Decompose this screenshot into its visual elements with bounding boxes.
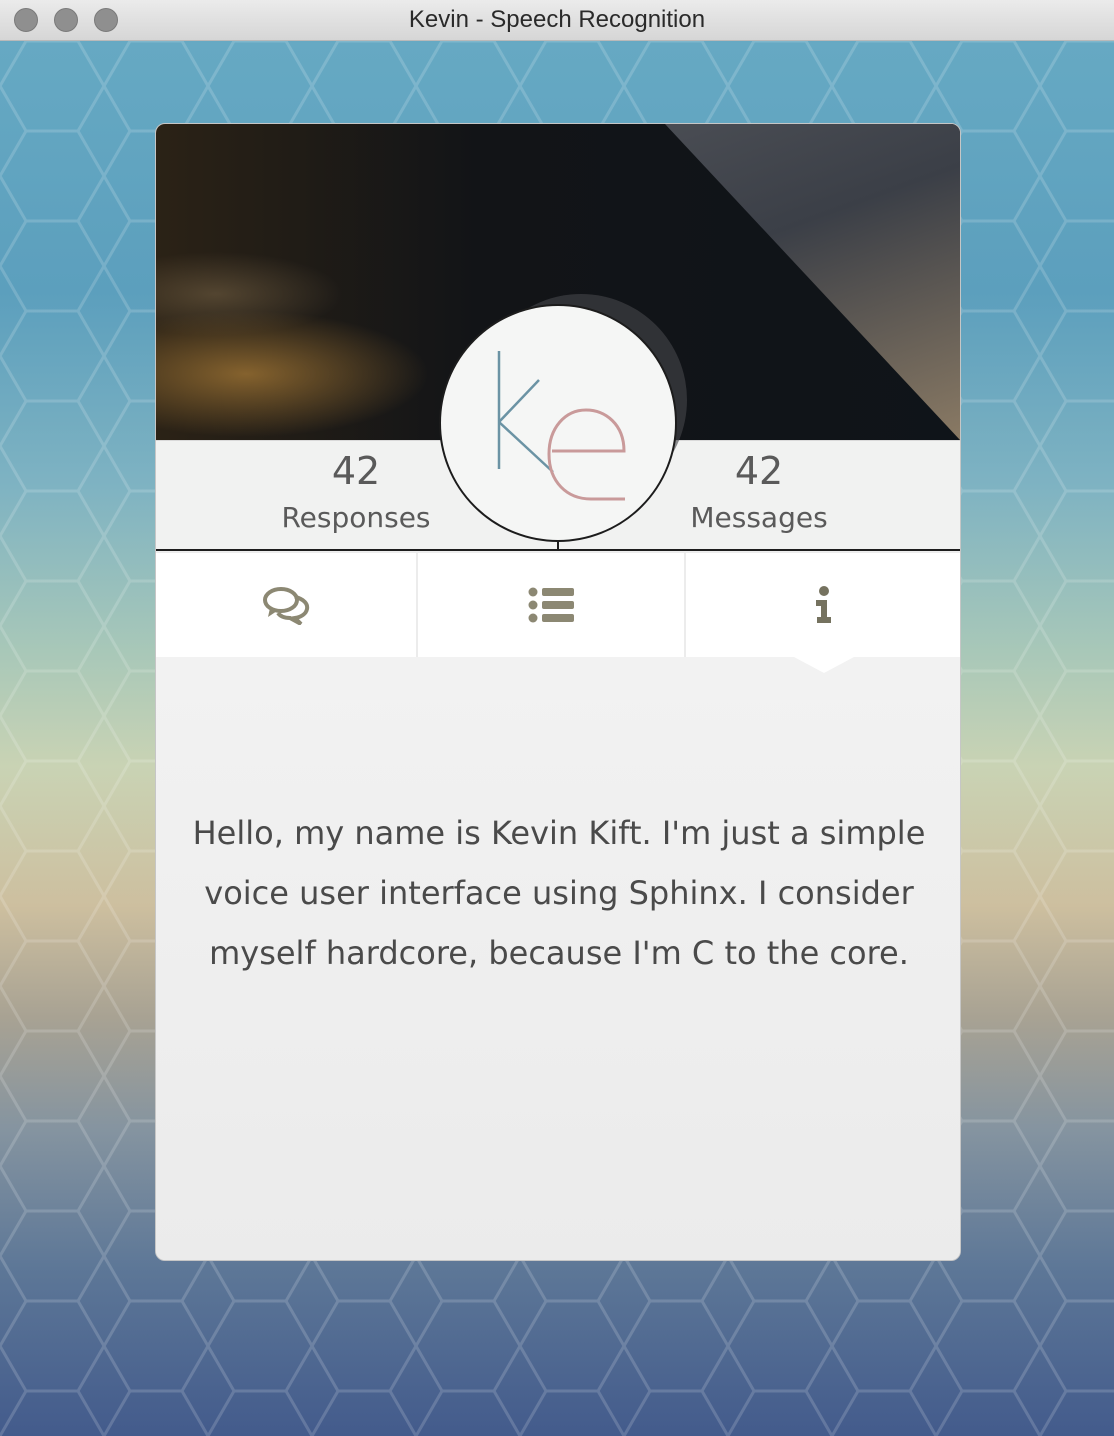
tab-bar bbox=[156, 553, 960, 657]
window-title: Kevin - Speech Recognition bbox=[408, 6, 706, 33]
tab-list[interactable] bbox=[418, 553, 686, 657]
tab-responses[interactable] bbox=[156, 553, 418, 657]
tab-info[interactable] bbox=[686, 553, 960, 657]
about-text: Hello, my name is Kevin Kift. I'm just a… bbox=[192, 814, 926, 972]
chat-bubbles-icon bbox=[263, 587, 310, 625]
active-tab-pointer bbox=[794, 657, 854, 673]
ke-logo-icon bbox=[497, 351, 626, 501]
avatar-connector bbox=[557, 542, 559, 551]
window-titlebar[interactable]: Kevin - Speech Recognition bbox=[0, 0, 1114, 41]
list-icon bbox=[528, 587, 574, 623]
avatar bbox=[439, 304, 677, 542]
profile-card: 42 Responses 42 Messages Hello, my name … bbox=[155, 123, 961, 1261]
about-panel: Hello, my name is Kevin Kift. I'm just a… bbox=[156, 657, 960, 1260]
info-icon bbox=[816, 586, 831, 623]
